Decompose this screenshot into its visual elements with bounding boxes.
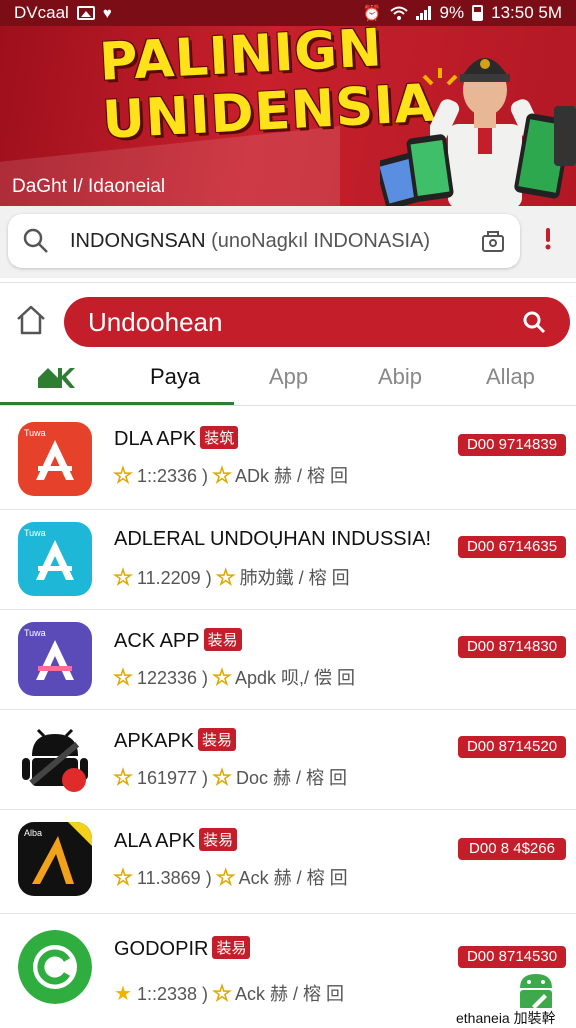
phones-illustration <box>380 106 576 206</box>
wifi-icon <box>389 6 408 20</box>
app-icon[interactable]: Tuwa <box>18 422 92 496</box>
search-section: INDONGNSAN (unoNagkıl INDONASIA) <box>0 206 576 278</box>
home-icon[interactable] <box>14 303 48 337</box>
app-icon[interactable]: Tuwa <box>18 522 92 596</box>
star-icon: ★ <box>212 464 231 488</box>
alert-icon[interactable] <box>545 228 551 250</box>
app-tag: 装易 <box>198 728 237 751</box>
app-name: APKAPK 装易 <box>114 728 237 753</box>
android-fab-icon[interactable] <box>514 970 558 1012</box>
scan-icon[interactable] <box>480 228 506 254</box>
app-icon-label: Tuwa <box>24 628 46 638</box>
carrier-label: DVcaal <box>14 3 69 22</box>
app-tag: 装筑 <box>200 426 239 449</box>
tab-abip[interactable]: Abip <box>378 364 422 390</box>
download-badge[interactable]: D00 8714520 <box>458 736 566 758</box>
app-list: Tuwa DLA APK 装筑 ★ 1::2336 ) ★ ADk 赫 / 榕 回… <box>0 406 576 1024</box>
banner-title: PALINIGN UNIDENSIA <box>97 26 438 151</box>
search-icon[interactable] <box>22 227 50 255</box>
star-icon: ★ <box>114 983 132 1005</box>
footer-caption: ethaneia 加裝幹 <box>456 1008 556 1028</box>
heart-icon: ♥ <box>102 4 112 22</box>
download-badge[interactable]: D00 9714839 <box>458 434 566 456</box>
tab-allap[interactable]: Allap <box>486 364 535 390</box>
tab-app[interactable]: App <box>269 364 308 390</box>
alarm-icon: ⏰ <box>362 4 382 22</box>
status-bar: DVcaal ♥ ⏰ 9% 13:50 5M <box>0 0 576 26</box>
app-row[interactable]: Tuwa ACK APP 装易 ★ 122336 ) ★ Apdk 呗,/ 偿 回… <box>0 610 576 710</box>
banner-subtitle: DaGht I/ Idaoneial <box>12 176 166 197</box>
app-icon-label: Tuwa <box>24 528 46 538</box>
download-badge[interactable]: D00 8714830 <box>458 636 566 658</box>
battery-icon <box>472 5 484 21</box>
star-icon: ★ <box>113 666 132 690</box>
app-meta: ★ 161977 ) ★ Doc 赫 / 榕 回 <box>113 766 347 790</box>
app-tag: 装易 <box>203 628 242 651</box>
app-row[interactable]: Alba ALA APK 装易 ★ 11.3869 ) ★ Ack 赫 / 榕 回… <box>0 810 576 914</box>
download-badge[interactable]: D00 6714635 <box>458 536 566 558</box>
app-meta: ★ 11.3869 ) ★ Ack 赫 / 榕 回 <box>113 866 348 890</box>
signal-icon <box>415 6 431 20</box>
app-tag: 装易 <box>212 936 251 959</box>
app-row[interactable]: Tuwa ADLERAL UNDOỤHAN INDUSSIA! ★ 11.220… <box>0 510 576 610</box>
app-meta: ★ 1::2338 ) ★ Ack 赫 / 榕 回 <box>114 982 344 1006</box>
app-icon[interactable]: Alba <box>18 822 92 896</box>
star-icon: ★ <box>212 666 231 690</box>
star-icon: ★ <box>212 766 231 790</box>
search-query: INDONGNSAN (unoNagkıl INDONASIA) <box>70 229 431 252</box>
image-notification-icon <box>76 6 95 20</box>
app-icon-label: Tuwa <box>24 428 46 438</box>
app-name: ADLERAL UNDOỤHAN INDUSSIA! <box>114 528 432 550</box>
pill-search-icon[interactable] <box>522 310 546 334</box>
promo-banner[interactable]: PALINIGN UNIDENSIA DaGht I/ Idaoneial <box>0 26 576 206</box>
star-icon: ★ <box>113 464 132 488</box>
star-icon: ★ <box>216 566 235 590</box>
nav-row: Undoohean <box>0 282 576 359</box>
app-icon[interactable] <box>18 930 92 1004</box>
app-meta: ★ 11.2209 ) ★ 肺劝鐵 / 榕 回 <box>113 566 350 590</box>
app-name: DLA APK 装筑 <box>114 426 239 451</box>
app-row[interactable]: Tuwa DLA APK 装筑 ★ 1::2336 ) ★ ADk 赫 / 榕 回… <box>0 406 576 510</box>
category-pill-label: Undoohean <box>88 306 223 337</box>
download-badge[interactable]: D00 8 4$266 <box>458 838 566 860</box>
tab-bar: Paya App Abip Allap <box>0 356 576 406</box>
app-icon-label: Alba <box>24 828 42 838</box>
app-meta: ★ 1::2336 ) ★ ADk 赫 / 榕 回 <box>113 464 348 488</box>
star-icon: ★ <box>216 866 235 890</box>
app-name: GODOPIR 装易 <box>114 936 251 961</box>
tab-paya[interactable]: Paya <box>150 364 200 390</box>
clock: 13:50 5M <box>491 3 562 22</box>
app-name: ALA APK 装易 <box>114 828 238 853</box>
android-app-icon[interactable] <box>18 720 92 794</box>
star-icon: ★ <box>113 766 132 790</box>
app-row[interactable]: APKAPK 装易 ★ 161977 ) ★ Doc 赫 / 榕 回 D00 87… <box>0 710 576 810</box>
app-tag: 装易 <box>199 828 238 851</box>
app-name: ACK APP 装易 <box>114 628 242 653</box>
tab-home-logo-icon[interactable] <box>36 364 76 390</box>
category-search-pill[interactable]: Undoohean <box>64 297 570 347</box>
download-badge[interactable]: D00 8714530 <box>458 946 566 968</box>
star-icon: ★ <box>212 982 231 1006</box>
search-input[interactable]: INDONGNSAN (unoNagkıl INDONASIA) <box>8 214 520 268</box>
app-icon[interactable]: Tuwa <box>18 622 92 696</box>
star-icon: ★ <box>113 866 132 890</box>
star-icon: ★ <box>113 566 132 590</box>
app-meta: ★ 122336 ) ★ Apdk 呗,/ 偿 回 <box>113 666 356 690</box>
battery-percent: 9% <box>439 3 465 22</box>
